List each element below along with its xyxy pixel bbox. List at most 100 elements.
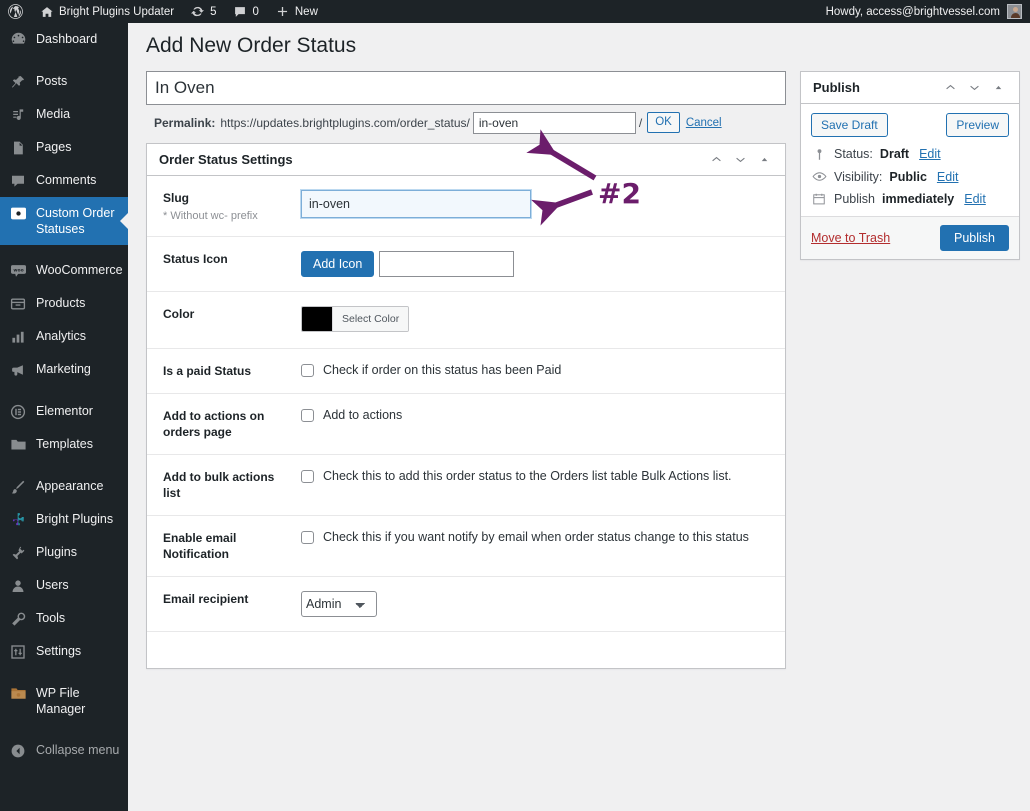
slug-sublabel: * Without wc- prefix <box>163 210 258 222</box>
bulk-actions-checkbox-row[interactable]: Check this to add this order status to t… <box>301 469 785 484</box>
bulk-actions-checkbox-label: Check this to add this order status to t… <box>323 469 732 483</box>
sidebar-item-media[interactable]: Media <box>0 98 128 131</box>
site-name-menu[interactable]: Bright Plugins Updater <box>31 0 182 23</box>
my-account-menu[interactable]: Howdy, access@brightvessel.com <box>826 4 1030 19</box>
dashboard-icon <box>9 31 27 48</box>
permalink-ok-button[interactable]: OK <box>647 111 680 134</box>
sidebar-item-posts[interactable]: Posts <box>0 65 128 98</box>
sidebar-item-products[interactable]: Products <box>0 287 128 320</box>
collapse-menu-icon <box>9 742 27 759</box>
sidebar-item-label: Tools <box>36 611 66 625</box>
toggle-panel-icon[interactable] <box>987 77 1009 99</box>
sidebar-item-dashboard[interactable]: Dashboard <box>0 23 128 56</box>
sidebar-item-elementor[interactable]: Elementor <box>0 395 128 428</box>
new-content-menu[interactable]: New <box>267 0 326 23</box>
sidebar-item-comments[interactable]: Comments <box>0 164 128 197</box>
visibility-edit-link[interactable]: Edit <box>937 170 959 184</box>
sidebar-item-wp-file-manager[interactable]: WP File Manager <box>0 677 128 725</box>
comments-menu[interactable]: 0 <box>224 0 266 23</box>
is-paid-label: Is a paid Status <box>163 364 252 378</box>
avatar <box>1007 4 1022 19</box>
comments-bubble-icon <box>232 4 247 19</box>
sidebar-item-label: Settings <box>36 644 82 658</box>
permalink-editor: Permalink: https://updates.brightplugins… <box>146 105 786 134</box>
status-edit-link[interactable]: Edit <box>919 147 941 161</box>
email-notification-label: Enable email Notification <box>163 531 237 561</box>
products-icon <box>9 295 27 312</box>
major-publishing-actions: Move to Trash Publish <box>801 216 1019 259</box>
chevron-down-icon[interactable] <box>963 77 985 99</box>
is-paid-checkbox[interactable] <box>301 364 314 377</box>
chevron-up-icon[interactable] <box>939 77 961 99</box>
marketing-megaphone-icon <box>9 361 27 378</box>
status-value: Draft <box>879 147 910 161</box>
chevron-down-icon[interactable] <box>729 149 751 171</box>
chevron-up-icon[interactable] <box>705 149 727 171</box>
preview-button[interactable]: Preview <box>946 113 1009 137</box>
is-paid-checkbox-row[interactable]: Check if order on this status has been P… <box>301 363 785 378</box>
updates-count: 5 <box>210 5 217 18</box>
sidebar-item-label: WP File Manager <box>36 686 86 716</box>
save-draft-button[interactable]: Save Draft <box>811 113 888 137</box>
row-email-recipient-label-col: Email recipient <box>163 591 301 617</box>
sidebar-item-label: Marketing <box>36 362 91 376</box>
sidebar-item-pages[interactable]: Pages <box>0 131 128 164</box>
email-recipient-select[interactable]: Admin <box>301 591 377 617</box>
add-to-actions-checkbox[interactable] <box>301 409 314 422</box>
sidebar-item-woocommerce[interactable]: woo WooCommerce <box>0 254 128 287</box>
add-icon-button[interactable]: Add Icon <box>301 251 375 277</box>
row-color: Color Select Color <box>147 292 785 349</box>
sidebar-item-bright-plugins[interactable]: Bright Plugins <box>0 503 128 536</box>
row-is-paid-label-col: Is a paid Status <box>163 363 301 379</box>
publish-button[interactable]: Publish <box>940 225 1009 251</box>
sidebar-item-plugins[interactable]: Plugins <box>0 536 128 569</box>
row-add-to-actions-label-col: Add to actions on orders page <box>163 408 301 440</box>
permalink-cancel-link[interactable]: Cancel <box>686 117 722 129</box>
color-picker[interactable]: Select Color <box>301 306 410 332</box>
sidebar-item-settings[interactable]: Settings <box>0 635 128 668</box>
publish-panel-body: Save Draft Preview Status: Draft Edit Vi… <box>801 104 1019 259</box>
sidebar-item-tools[interactable]: Tools <box>0 602 128 635</box>
permalink-slug-input[interactable] <box>472 111 636 134</box>
sidebar-item-appearance[interactable]: Appearance <box>0 470 128 503</box>
add-to-actions-checkbox-row[interactable]: Add to actions <box>301 408 785 423</box>
email-notification-checkbox-row[interactable]: Check this if you want notify by email w… <box>301 530 785 545</box>
sidebar-item-marketing[interactable]: Marketing <box>0 353 128 386</box>
permalink-trailing-slash: / <box>638 115 643 130</box>
toggle-panel-icon[interactable] <box>753 149 775 171</box>
sidebar-item-users[interactable]: Users <box>0 569 128 602</box>
row-add-to-actions: Add to actions on orders page Add to act… <box>147 394 785 455</box>
row-email-notification: Enable email Notification Check this if … <box>147 516 785 577</box>
wordpress-logo-icon <box>8 4 23 19</box>
pin-icon <box>811 148 827 161</box>
sidebar-item-analytics[interactable]: Analytics <box>0 320 128 353</box>
color-swatch[interactable] <box>302 307 332 331</box>
slug-input[interactable] <box>301 190 531 218</box>
publish-panel: Publish Save Draft Preview Status: Draft… <box>800 71 1020 260</box>
email-notification-checkbox[interactable] <box>301 531 314 544</box>
email-notification-checkbox-label: Check this if you want notify by email w… <box>323 530 749 544</box>
bulk-actions-checkbox[interactable] <box>301 470 314 483</box>
tools-wrench-icon <box>9 610 27 627</box>
sidebar-item-custom-order-statuses[interactable]: Custom Order Statuses <box>0 197 128 245</box>
post-title-input[interactable] <box>146 71 786 105</box>
wp-logo-menu[interactable] <box>0 0 31 23</box>
updates-icon <box>190 4 205 19</box>
sidebar-item-collapse-menu[interactable]: Collapse menu <box>0 734 128 767</box>
select-color-button[interactable]: Select Color <box>332 307 409 331</box>
row-color-label-col: Color <box>163 306 301 334</box>
move-to-trash-link[interactable]: Move to Trash <box>811 231 890 245</box>
publish-edit-link[interactable]: Edit <box>964 192 986 206</box>
site-name-label: Bright Plugins Updater <box>59 5 175 18</box>
status-icon-input[interactable] <box>379 251 515 277</box>
row-slug-field-col <box>301 190 785 222</box>
updates-menu[interactable]: 5 <box>182 0 224 23</box>
admin-sidebar-menu: Dashboard Posts Media Pages Comments Custom O… <box>0 23 128 811</box>
elementor-icon <box>9 403 27 420</box>
sidebar-item-templates[interactable]: Templates <box>0 428 128 461</box>
row-bulk-actions-field-col: Check this to add this order status to t… <box>301 469 785 501</box>
order-status-settings-panel: Order Status Settings Slug * Without wc-… <box>146 143 786 669</box>
admin-bar: Bright Plugins Updater 5 0 New Howdy, ac… <box>0 0 1030 23</box>
publish-panel-header: Publish <box>801 72 1019 104</box>
eye-icon <box>811 169 827 184</box>
